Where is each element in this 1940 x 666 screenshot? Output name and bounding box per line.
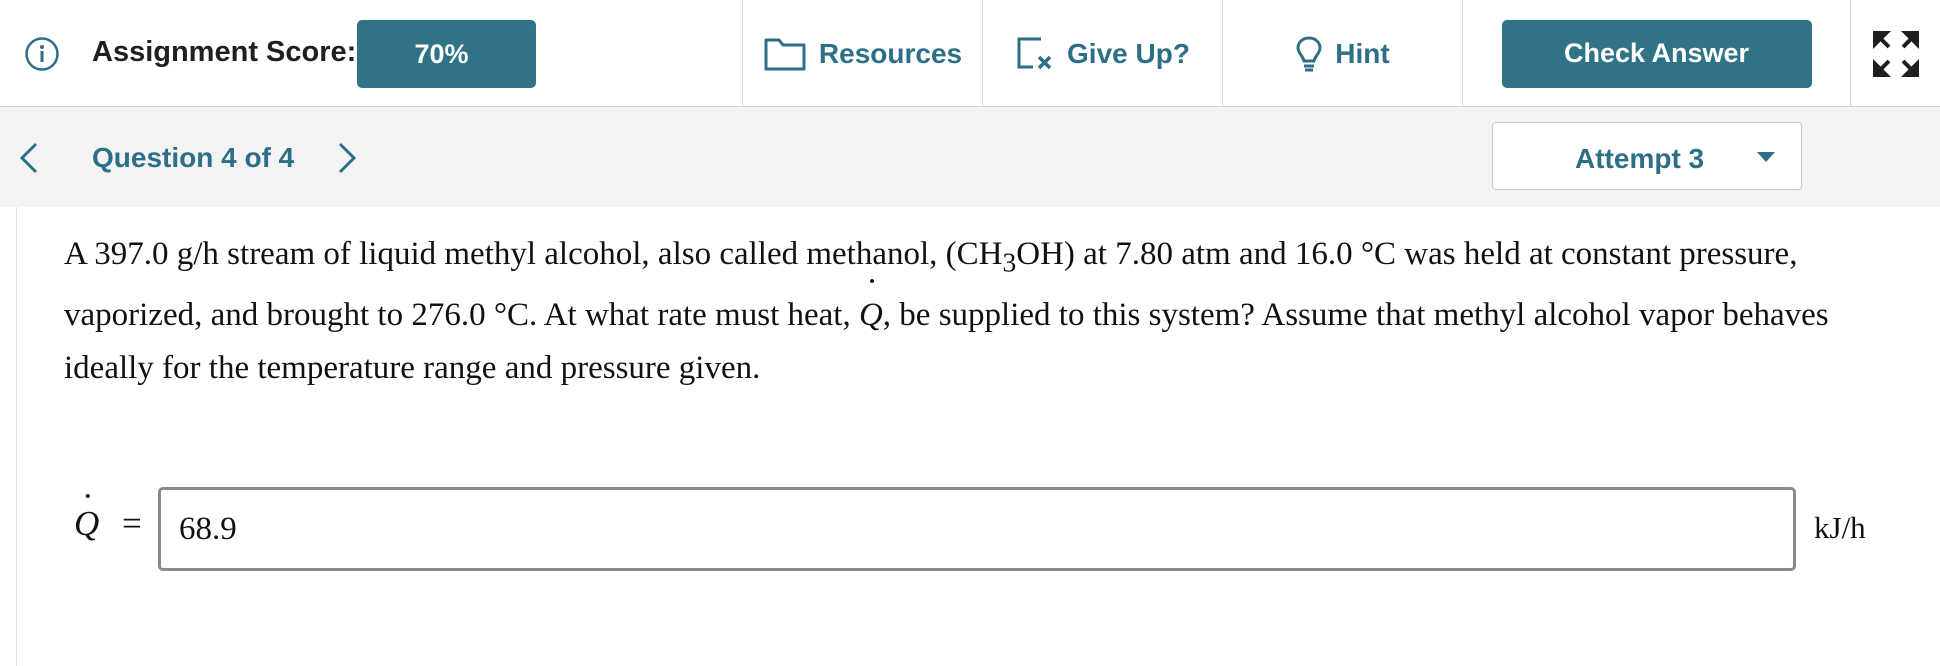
question-text: A 397.0 g/h stream of liquid methyl alco…	[64, 228, 1864, 395]
info-icon[interactable]	[24, 36, 60, 72]
score-badge: 70%	[357, 20, 536, 88]
hint-label: Hint	[1335, 37, 1390, 69]
answer-q-dot-symbol: Q	[74, 504, 99, 544]
q-dot-symbol: Q	[859, 289, 883, 342]
give-up-label: Give Up?	[1067, 37, 1190, 69]
answer-unit: kJ/h	[1814, 510, 1866, 545]
resources-button[interactable]: Resources	[742, 0, 982, 107]
attempt-dropdown[interactable]: Attempt 3	[1492, 122, 1802, 190]
top-toolbar: Assignment Score: 70% Resources Give Up?	[0, 0, 1940, 107]
resources-label: Resources	[818, 37, 963, 69]
expand-icon	[1871, 29, 1921, 79]
question-counter: Question 4 of 4	[92, 142, 295, 173]
hint-button[interactable]: Hint	[1222, 0, 1462, 107]
caret-down-icon	[1757, 152, 1775, 162]
equals-sign: =	[122, 504, 142, 543]
check-answer-cell: Check Answer	[1462, 0, 1850, 107]
score-label: Assignment Score:	[92, 36, 357, 68]
assignment-score: Assignment Score: 70%	[0, 0, 742, 107]
lightbulb-icon	[1295, 35, 1323, 73]
chevron-right-icon[interactable]	[332, 140, 362, 176]
question-subscript: 3	[1002, 246, 1017, 278]
attempt-label: Attempt 3	[1575, 143, 1705, 174]
check-answer-button[interactable]: Check Answer	[1501, 19, 1812, 88]
answer-label: Q =	[74, 504, 142, 544]
expand-button[interactable]	[1850, 0, 1940, 107]
give-up-button[interactable]: Give Up?	[982, 0, 1222, 107]
question-text-part1: A 397.0 g/h stream of liquid methyl alco…	[64, 236, 1003, 272]
answer-input[interactable]	[158, 487, 1796, 571]
folder-icon	[763, 36, 807, 72]
chevron-left-icon[interactable]	[14, 140, 44, 176]
give-up-icon	[1015, 36, 1055, 72]
